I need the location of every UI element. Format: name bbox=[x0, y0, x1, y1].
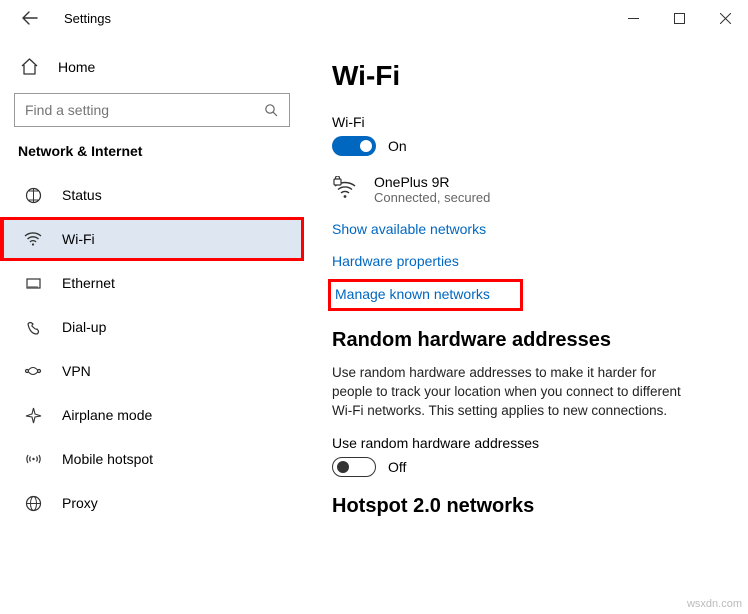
sidebar-item-label: Airplane mode bbox=[62, 407, 152, 423]
sidebar-item-label: Wi-Fi bbox=[62, 231, 95, 247]
sidebar-nav: Status Wi-Fi Ethernet bbox=[0, 173, 304, 525]
sidebar-item-ethernet[interactable]: Ethernet bbox=[0, 261, 304, 305]
hotspot-title: Hotspot 2.0 networks bbox=[332, 495, 724, 518]
show-available-networks-link[interactable]: Show available networks bbox=[332, 221, 486, 237]
dialup-icon bbox=[22, 319, 44, 336]
watermark: wsxdn.com bbox=[687, 598, 742, 610]
close-button[interactable] bbox=[702, 2, 748, 34]
sidebar: Home Network & Internet Status bbox=[0, 36, 304, 614]
sidebar-item-dialup[interactable]: Dial-up bbox=[0, 305, 304, 349]
sidebar-item-label: Mobile hotspot bbox=[62, 451, 153, 467]
sidebar-item-label: VPN bbox=[62, 363, 91, 379]
window-title: Settings bbox=[64, 11, 111, 26]
airplane-icon bbox=[22, 407, 44, 424]
current-network[interactable]: OnePlus 9R Connected, secured bbox=[332, 174, 724, 205]
proxy-icon bbox=[22, 495, 44, 512]
back-button[interactable] bbox=[18, 6, 42, 30]
random-hw-toggle-state: Off bbox=[388, 459, 406, 475]
sidebar-section-title: Network & Internet bbox=[0, 141, 304, 173]
ethernet-icon bbox=[22, 277, 44, 290]
minimize-icon bbox=[628, 13, 639, 24]
arrow-left-icon bbox=[22, 10, 38, 26]
sidebar-item-airplane[interactable]: Airplane mode bbox=[0, 393, 304, 437]
maximize-icon bbox=[674, 13, 685, 24]
random-hw-switch[interactable] bbox=[332, 457, 376, 477]
search-icon bbox=[264, 103, 279, 118]
search-input-wrapper[interactable] bbox=[14, 93, 290, 127]
wifi-toggle-state: On bbox=[388, 138, 407, 154]
random-hw-toggle-label: Use random hardware addresses bbox=[332, 435, 724, 451]
wifi-secured-icon bbox=[332, 174, 360, 200]
home-icon bbox=[18, 58, 40, 75]
random-hw-title: Random hardware addresses bbox=[332, 329, 724, 352]
sidebar-item-status[interactable]: Status bbox=[0, 173, 304, 217]
wifi-switch[interactable] bbox=[332, 136, 376, 156]
wifi-toggle-label: Wi-Fi bbox=[332, 114, 724, 130]
search-input[interactable] bbox=[25, 102, 264, 118]
minimize-button[interactable] bbox=[610, 2, 656, 34]
page-title: Wi-Fi bbox=[332, 60, 724, 92]
sidebar-item-vpn[interactable]: VPN bbox=[0, 349, 304, 393]
sidebar-item-proxy[interactable]: Proxy bbox=[0, 481, 304, 525]
sidebar-item-label: Ethernet bbox=[62, 275, 115, 291]
close-icon bbox=[720, 13, 731, 24]
random-hw-toggle[interactable]: Off bbox=[332, 457, 724, 477]
network-name: OnePlus 9R bbox=[374, 174, 490, 190]
sidebar-item-label: Proxy bbox=[62, 495, 98, 511]
random-hw-desc: Use random hardware addresses to make it… bbox=[332, 364, 692, 421]
sidebar-item-wifi[interactable]: Wi-Fi bbox=[0, 217, 304, 261]
network-status: Connected, secured bbox=[374, 190, 490, 205]
hardware-properties-link[interactable]: Hardware properties bbox=[332, 253, 459, 269]
wifi-icon bbox=[22, 232, 44, 246]
vpn-icon bbox=[22, 364, 44, 378]
manage-known-networks-link[interactable]: Manage known networks bbox=[335, 286, 490, 302]
home-label: Home bbox=[58, 59, 95, 75]
main-content: Wi-Fi Wi-Fi On OnePlus 9R Connect bbox=[304, 36, 748, 614]
hotspot-icon bbox=[22, 452, 44, 467]
sidebar-item-label: Dial-up bbox=[62, 319, 106, 335]
sidebar-item-hotspot[interactable]: Mobile hotspot bbox=[0, 437, 304, 481]
status-icon bbox=[22, 187, 44, 204]
titlebar: Settings bbox=[0, 0, 748, 36]
home-button[interactable]: Home bbox=[0, 48, 304, 85]
wifi-toggle[interactable]: On bbox=[332, 136, 724, 156]
maximize-button[interactable] bbox=[656, 2, 702, 34]
sidebar-item-label: Status bbox=[62, 187, 102, 203]
